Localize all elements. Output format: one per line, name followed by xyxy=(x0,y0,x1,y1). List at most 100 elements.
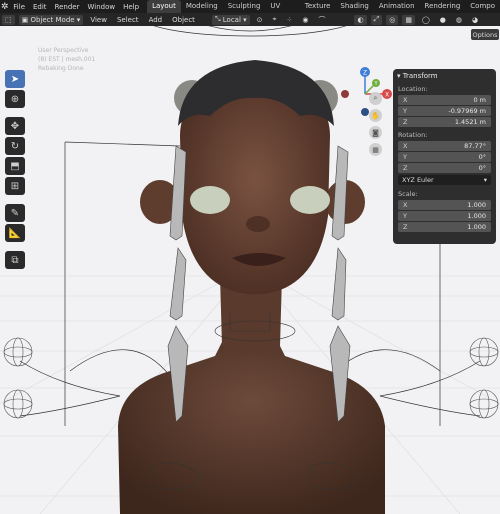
location-x-field[interactable]: X 0 m xyxy=(398,95,491,105)
pan-hand-icon[interactable]: ✋ xyxy=(369,109,382,122)
rotation-y-field[interactable]: Y 0° xyxy=(398,152,491,162)
scale-x-field[interactable]: X 1.000 xyxy=(398,200,491,210)
field-value: 1.000 xyxy=(467,223,486,231)
tab-animation[interactable]: Animation xyxy=(374,0,420,13)
field-value: 0° xyxy=(478,153,486,161)
gizmo-toggle-icon[interactable]: ⤢ xyxy=(370,14,383,25)
options-button[interactable]: Options xyxy=(471,29,499,40)
cursor-tool-icon[interactable]: ⊕ xyxy=(5,90,25,108)
zoom-icon[interactable]: ⌕ xyxy=(369,92,382,105)
scale-y-field[interactable]: Y 1.000 xyxy=(398,211,491,221)
transform-panel-header[interactable]: ▾ Transform xyxy=(393,69,496,82)
field-axis: Y xyxy=(403,212,407,220)
rotation-x-field[interactable]: X 87.77° xyxy=(398,141,491,151)
location-z-field[interactable]: Z 1.4521 m xyxy=(398,117,491,127)
menu-help[interactable]: Help xyxy=(119,3,143,11)
menu-file[interactable]: File xyxy=(9,3,29,11)
gizmo-neg-z-handle[interactable] xyxy=(361,108,369,116)
chevron-down-icon: ▾ xyxy=(483,176,487,184)
field-axis: X xyxy=(403,96,408,104)
field-axis: Z xyxy=(403,223,408,231)
tab-texture-paint[interactable]: Texture Paint xyxy=(300,0,336,23)
proportional-edit-icon[interactable]: ◉ xyxy=(299,15,311,25)
chevron-down-icon: ▾ xyxy=(74,15,81,24)
location-y-field[interactable]: Y -0.97969 m xyxy=(398,106,491,116)
shading-material-icon[interactable]: ◍ xyxy=(453,15,465,25)
menu-add[interactable]: Add xyxy=(146,15,166,25)
field-value: 0 m xyxy=(473,96,486,104)
navigation-gizmo[interactable]: Z X Y xyxy=(335,50,395,120)
snap-target-icon[interactable]: ⁘ xyxy=(284,15,296,25)
gizmo-z-label: Z xyxy=(363,70,367,77)
orientation-icon: ⤡ xyxy=(214,15,223,23)
shading-solid-icon[interactable]: ● xyxy=(437,15,449,25)
add-cube-tool-icon[interactable]: ⧉ xyxy=(5,251,25,269)
rotation-mode-select[interactable]: XYZ Euler ▾ xyxy=(398,175,491,185)
view-name: User Perspective xyxy=(38,47,89,54)
tab-uv-editing[interactable]: UV Editing xyxy=(265,0,299,23)
transform-tool-icon[interactable]: ⊞ xyxy=(5,177,25,195)
editor-type-button[interactable]: ⬚ xyxy=(2,14,15,25)
tab-modeling[interactable]: Modeling xyxy=(181,0,223,13)
character-eye-right xyxy=(290,186,330,214)
blender-logo-icon[interactable]: ✲ xyxy=(0,0,9,13)
field-axis: X xyxy=(403,142,408,150)
xray-icon[interactable]: ▦ xyxy=(402,14,415,25)
field-axis: Y xyxy=(403,153,407,161)
status-message: Rebaking Done xyxy=(38,65,84,72)
pivot-icon[interactable]: ⊙ xyxy=(254,15,266,25)
rotation-z-field[interactable]: Z 0° xyxy=(398,163,491,173)
grid-view-icon[interactable]: ▦ xyxy=(369,143,382,156)
field-axis: X xyxy=(403,201,408,209)
scale-tool-icon[interactable]: ⬒ xyxy=(5,157,25,175)
viewport-info: User Perspective (8) EST | mesh.001 Reba… xyxy=(38,46,95,73)
field-value: 1.4521 m xyxy=(454,118,486,126)
menu-object[interactable]: Object xyxy=(169,15,198,25)
select-tool-icon[interactable]: ➤ xyxy=(5,70,25,88)
menu-render[interactable]: Render xyxy=(51,3,84,11)
gizmo-neg-x-handle[interactable] xyxy=(341,90,349,98)
gizmo-x-label: X xyxy=(385,92,389,99)
tab-shading[interactable]: Shading xyxy=(335,0,373,13)
menu-view[interactable]: View xyxy=(87,15,110,25)
tab-layout[interactable]: Layout xyxy=(147,0,181,13)
falloff-icon[interactable]: ⌒ xyxy=(315,15,328,25)
object-mode-icon: ▣ xyxy=(21,15,31,24)
tab-rendering[interactable]: Rendering xyxy=(420,0,466,13)
field-axis: Y xyxy=(403,107,407,115)
field-value: 0° xyxy=(478,164,486,172)
orientation-select[interactable]: ⤡ Local ▾ xyxy=(211,14,250,25)
rotation-mode-label: XYZ Euler xyxy=(402,176,434,184)
rotate-tool-icon[interactable]: ↻ xyxy=(5,137,25,155)
field-value: 1.000 xyxy=(467,201,486,209)
mode-select[interactable]: ▣ Object Mode ▾ xyxy=(18,14,84,25)
snap-icon[interactable]: ⌖ xyxy=(270,15,280,25)
measure-tool-icon[interactable]: 📐 xyxy=(5,224,25,242)
menu-edit[interactable]: Edit xyxy=(29,3,51,11)
shading-rendered-icon[interactable]: ◕ xyxy=(469,15,481,25)
scale-z-field[interactable]: Z 1.000 xyxy=(398,222,491,232)
orientation-label: Local xyxy=(222,15,241,24)
3d-viewport[interactable]: User Perspective (8) EST | mesh.001 Reba… xyxy=(0,26,500,514)
workspace-tabs: Layout Modeling Sculpting UV Editing Tex… xyxy=(147,0,500,23)
field-value: -0.97969 m xyxy=(448,107,486,115)
menu-window[interactable]: Window xyxy=(83,3,119,11)
camera-view-icon[interactable]: ◙ xyxy=(369,126,382,139)
field-value: 87.77° xyxy=(464,142,486,150)
visibility-icon[interactable]: ◐ xyxy=(354,14,367,25)
main-menu: File Edit Render Window Help xyxy=(9,3,143,11)
menu-select[interactable]: Select xyxy=(114,15,142,25)
location-label: Location: xyxy=(398,85,428,93)
transform-panel-title: Transform xyxy=(402,71,438,80)
scale-label: Scale: xyxy=(398,190,418,198)
tab-sculpting[interactable]: Sculpting xyxy=(223,0,266,13)
tab-compositing[interactable]: Compo xyxy=(465,0,500,13)
move-tool-icon[interactable]: ✥ xyxy=(5,117,25,135)
cube-icon: ⬚ xyxy=(5,15,12,24)
overlays-icon[interactable]: ◎ xyxy=(386,14,399,25)
shading-wireframe-icon[interactable]: ◯ xyxy=(419,15,433,25)
character-nose xyxy=(246,216,270,232)
field-axis: Z xyxy=(403,118,408,126)
mode-select-label: Object Mode xyxy=(30,15,75,24)
annotate-tool-icon[interactable]: ✎ xyxy=(5,204,25,222)
